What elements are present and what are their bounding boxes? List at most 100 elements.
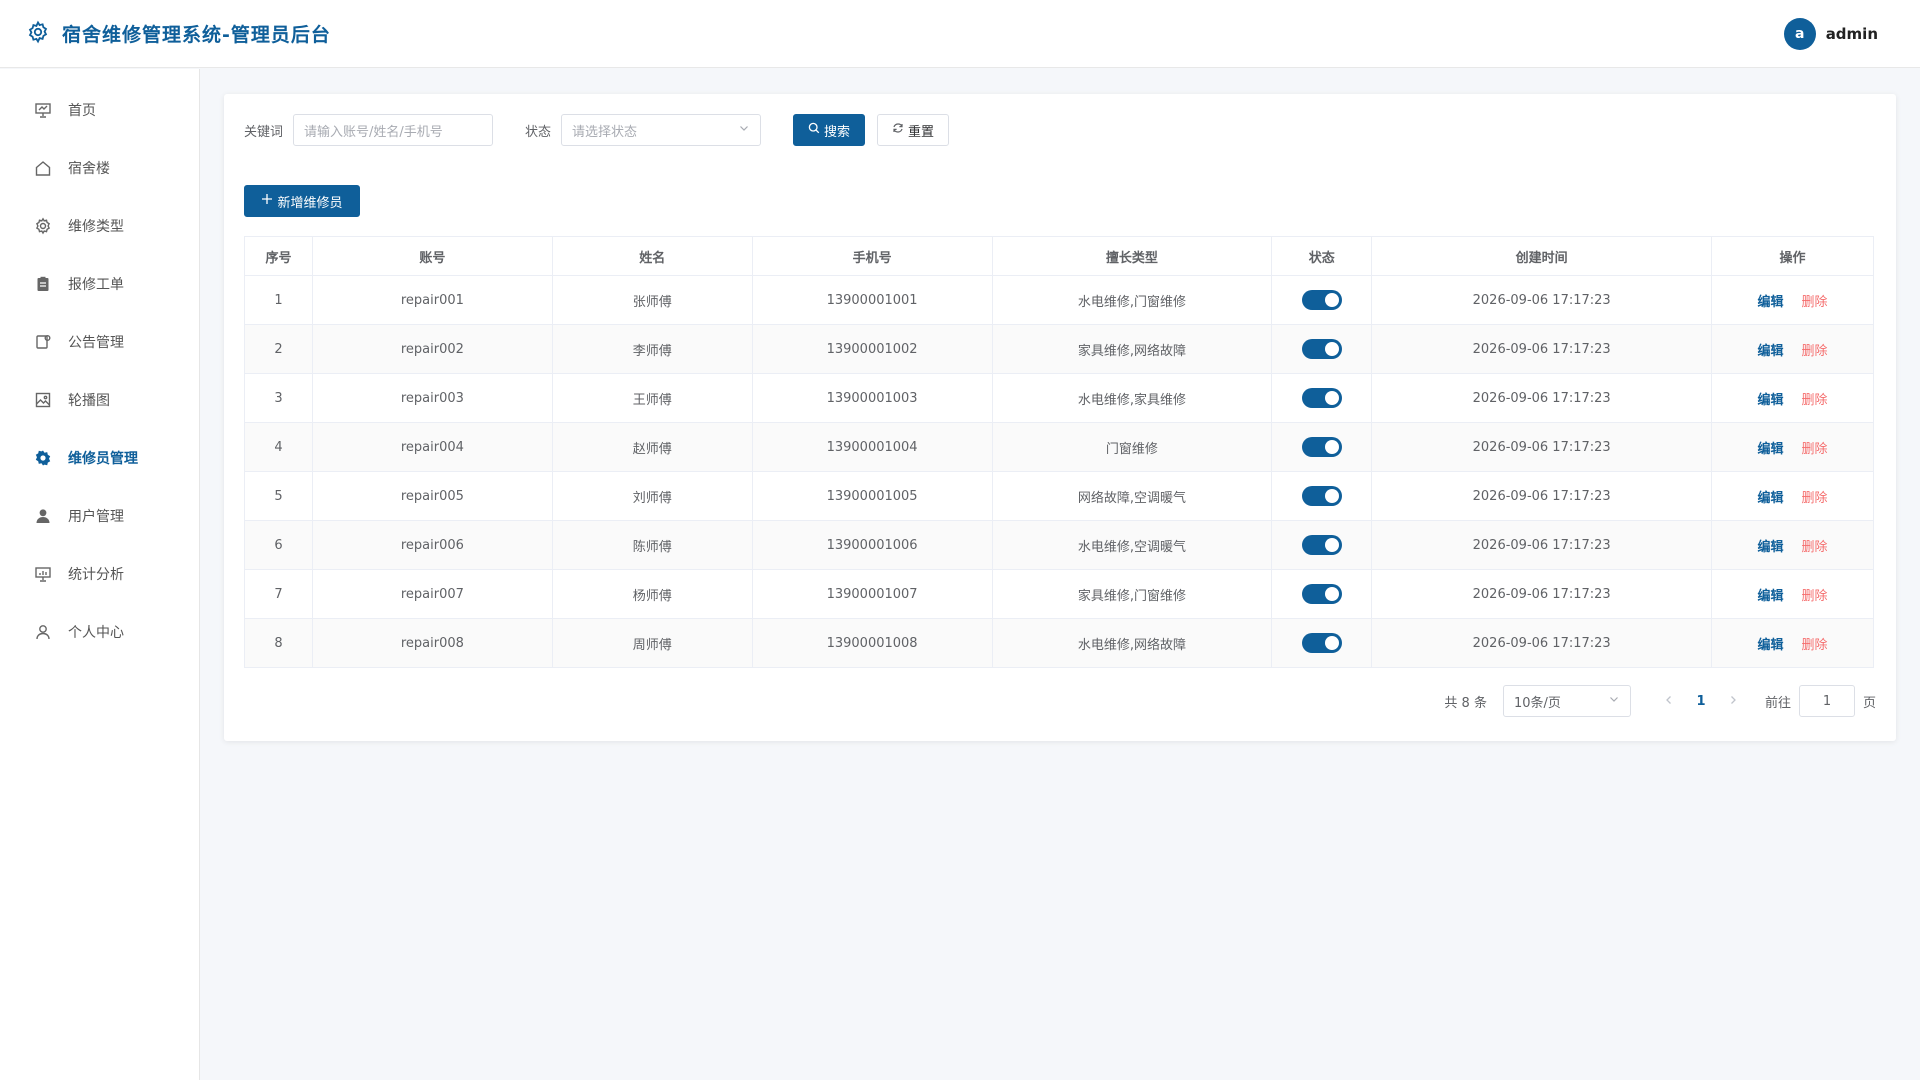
home-icon [35,161,51,176]
add-repairer-button[interactable]: 新增维修员 [244,185,360,217]
edit-button[interactable]: 编辑 [1758,295,1784,310]
delete-button[interactable]: 删除 [1802,540,1828,555]
table-row: 5 repair005 刘师傅 13900001005 网络故障,空调暖气 2026-09… [244,471,1874,521]
dashboard-icon [35,103,51,118]
next-page-button[interactable] [1717,693,1749,709]
cell-name: 王师傅 [551,373,753,423]
avatar[interactable]: a [1783,17,1816,50]
sidebar-item-repair-type[interactable]: 维修类型 [0,197,199,255]
cell-no: 1 [244,275,313,325]
goto-page-input[interactable]: 1 [1798,685,1855,717]
edit-button[interactable]: 编辑 [1758,491,1784,506]
delete-button[interactable]: 删除 [1802,442,1828,457]
sidebar-item-label: 首页 [68,103,96,119]
sidebar-item-notices[interactable]: 公告管理 [0,313,199,371]
edit-button[interactable]: 编辑 [1758,589,1784,604]
delete-button[interactable]: 删除 [1802,589,1828,604]
search-button[interactable]: 搜索 [793,114,866,146]
cell-name: 李师傅 [551,324,753,374]
cell-name: 赵师傅 [551,422,753,472]
reset-button[interactable]: 重置 [877,114,950,146]
cell-created: 2026-09-06 17:17:23 [1371,324,1713,374]
cell-actions: 编辑 删除 [1711,618,1874,668]
table-row: 4 repair004 赵师傅 13900001004 门窗维修 2026-09-06 1… [244,422,1874,472]
status-toggle[interactable] [1301,535,1342,555]
col-header-created: 创建时间 [1371,236,1713,276]
status-toggle[interactable] [1301,388,1342,408]
status-toggle[interactable] [1301,290,1342,310]
sidebar-item-home[interactable]: 首页 [0,81,199,139]
cell-types: 水电维修,空调暖气 [991,520,1273,570]
user-icon [36,625,50,640]
sidebar-item-label: 轮播图 [68,393,110,409]
filter-bar: 关键词 请输入账号/姓名/手机号 状态 请选择状态 搜索 重置 [244,114,1876,146]
col-header-name: 姓名 [551,236,753,276]
prev-page-button[interactable] [1653,693,1685,709]
status-toggle[interactable] [1301,486,1342,506]
cell-no: 3 [244,373,313,423]
sidebar-item-orders[interactable]: 报修工单 [0,255,199,313]
sidebar-item-carousel[interactable]: 轮播图 [0,371,199,429]
cell-name: 周师傅 [551,618,753,668]
cell-no: 6 [244,520,313,570]
keyword-input[interactable]: 请输入账号/姓名/手机号 [293,114,494,146]
status-toggle[interactable] [1301,339,1342,359]
edit-button[interactable]: 编辑 [1758,638,1784,653]
delete-button[interactable]: 删除 [1802,295,1828,310]
cell-name: 张师傅 [551,275,753,325]
cell-status [1271,618,1373,668]
pagination-total: 共 8 条 [1444,695,1487,711]
cell-created: 2026-09-06 17:17:23 [1371,569,1713,619]
sidebar-item-label: 维修类型 [68,219,124,235]
delete-button[interactable]: 删除 [1802,393,1828,408]
delete-button[interactable]: 删除 [1802,491,1828,506]
cell-created: 2026-09-06 17:17:23 [1371,618,1713,668]
status-toggle[interactable] [1301,437,1342,457]
cell-status [1271,471,1373,521]
delete-button[interactable]: 删除 [1802,344,1828,359]
sidebar-item-profile[interactable]: 个人中心 [0,603,199,661]
add-repairer-label: 新增维修员 [277,195,343,211]
edit-button[interactable]: 编辑 [1758,393,1784,408]
table-row: 2 repair002 李师傅 13900001002 家具维修,网络故障 2026-09… [244,324,1874,374]
col-header-phone: 手机号 [751,236,993,276]
page-number-current[interactable]: 1 [1685,694,1717,709]
cell-name: 杨师傅 [551,569,753,619]
page-size-select[interactable]: 10条/页 [1502,685,1631,717]
sidebar-item-stats[interactable]: 统计分析 [0,545,199,603]
edit-button[interactable]: 编辑 [1758,540,1784,555]
table-header-row: 序号 账号 姓名 手机号 擅长类型 状态 创建时间 操作 [244,236,1874,276]
col-header-no: 序号 [244,236,313,276]
delete-button[interactable]: 删除 [1802,638,1828,653]
user-menu[interactable]: a admin [1783,17,1894,50]
chevron-down-icon [1608,693,1620,709]
chevron-down-icon [738,122,750,138]
chevron-right-icon [1731,696,1736,704]
cell-actions: 编辑 删除 [1711,520,1874,570]
cell-status [1271,422,1373,472]
edit-button[interactable]: 编辑 [1758,442,1784,457]
table-row: 3 repair003 王师傅 13900001003 水电维修,家具维修 2026-09… [244,373,1874,423]
sidebar-item-repairers[interactable]: 维修员管理 [0,429,199,487]
status-toggle[interactable] [1301,633,1342,653]
cell-status [1271,520,1373,570]
cell-name: 陈师傅 [551,520,753,570]
cell-types: 家具维修,门窗维修 [991,569,1273,619]
cell-status [1271,275,1373,325]
cell-account: repair005 [311,471,553,521]
sidebar-item-users[interactable]: 用户管理 [0,487,199,545]
cell-created: 2026-09-06 17:17:23 [1371,373,1713,423]
status-select[interactable]: 请选择状态 [561,114,762,146]
sidebar-item-label: 维修员管理 [68,451,138,467]
cell-actions: 编辑 删除 [1711,569,1874,619]
pagination: 共 8 条 10条/页 1 前往 1 页 [1444,685,1876,717]
keyword-label: 关键词 [244,124,284,140]
edit-button[interactable]: 编辑 [1758,344,1784,359]
username[interactable]: admin [1826,25,1878,43]
table-row: 8 repair008 周师傅 13900001008 水电维修,网络故障 2026-09… [244,618,1874,668]
plus-icon [261,193,273,209]
status-toggle[interactable] [1301,584,1342,604]
cell-actions: 编辑 删除 [1711,373,1874,423]
page-unit-label: 页 [1862,695,1876,711]
sidebar-item-dorm[interactable]: 宿舍楼 [0,139,199,197]
